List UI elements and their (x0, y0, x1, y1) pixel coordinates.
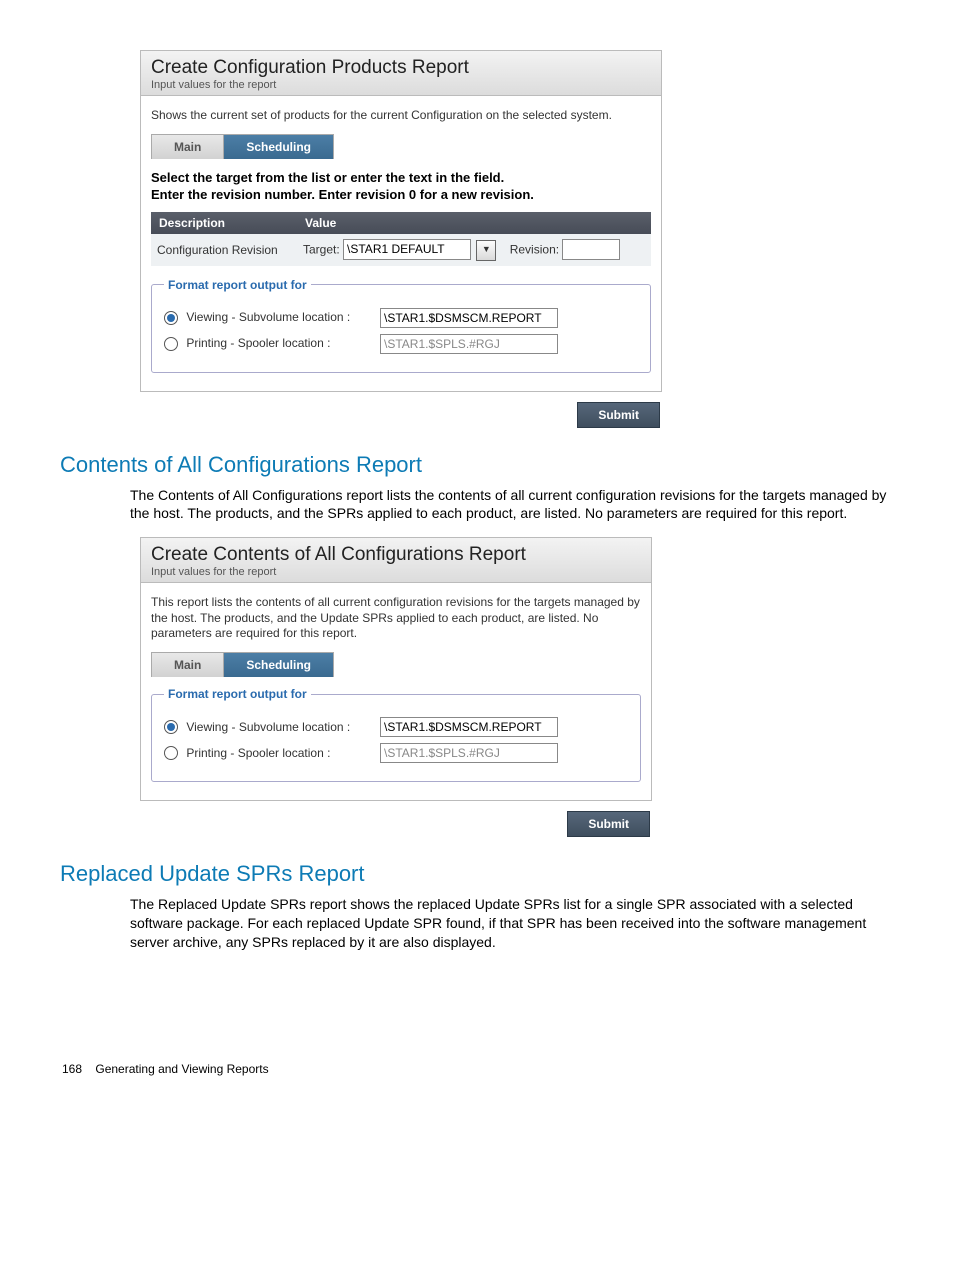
table-row: Configuration Revision Target: ▼ Revisio… (151, 234, 651, 266)
fieldset-legend: Format report output for (164, 687, 311, 701)
format-output-fieldset: Format report output for Viewing - Subvo… (151, 278, 651, 373)
submit-button[interactable]: Submit (567, 811, 650, 837)
section-body-contents: The Contents of All Configurations repor… (130, 486, 894, 524)
submit-button[interactable]: Submit (577, 402, 660, 428)
target-dropdown-button[interactable]: ▼ (476, 240, 496, 261)
radio-icon (164, 720, 178, 734)
viewing-option[interactable]: Viewing - Subvolume location : (164, 310, 374, 325)
radio-icon (164, 746, 178, 760)
contents-all-config-panel: Create Contents of All Configurations Re… (140, 537, 652, 801)
panel-desc: This report lists the contents of all cu… (151, 595, 641, 642)
viewing-location-input[interactable] (380, 308, 558, 328)
format-output-fieldset: Format report output for Viewing - Subvo… (151, 687, 641, 782)
fieldset-legend: Format report output for (164, 278, 311, 292)
printing-option[interactable]: Printing - Spooler location : (164, 746, 374, 761)
radio-icon (164, 311, 178, 325)
revision-label: Revision: (510, 242, 559, 256)
panel-subtitle: Input values for the report (151, 566, 641, 578)
tab-scheduling[interactable]: Scheduling (224, 134, 334, 159)
viewing-location-input[interactable] (380, 717, 558, 737)
config-table: Description Value Configuration Revision… (151, 212, 651, 266)
page-footer: 168 Generating and Viewing Reports (60, 1062, 894, 1076)
col-description: Description (151, 212, 297, 234)
target-input[interactable] (343, 239, 471, 260)
printing-location-input[interactable] (380, 743, 558, 763)
tab-main[interactable]: Main (151, 652, 224, 677)
printing-location-input[interactable] (380, 334, 558, 354)
printing-option[interactable]: Printing - Spooler location : (164, 336, 374, 351)
revision-input[interactable] (562, 239, 620, 260)
page-number: 168 (62, 1062, 82, 1076)
tab-main[interactable]: Main (151, 134, 224, 159)
panel-desc: Shows the current set of products for th… (151, 108, 651, 124)
panel-title: Create Configuration Products Report (151, 57, 651, 79)
viewing-option[interactable]: Viewing - Subvolume location : (164, 720, 374, 735)
instruction-text: Select the target from the list or enter… (151, 169, 651, 204)
section-heading-replaced: Replaced Update SPRs Report (60, 861, 894, 887)
radio-icon (164, 337, 178, 351)
chapter-title: Generating and Viewing Reports (95, 1062, 268, 1076)
col-value: Value (297, 212, 651, 234)
row-description: Configuration Revision (151, 234, 297, 266)
panel-subtitle: Input values for the report (151, 79, 651, 91)
section-body-replaced: The Replaced Update SPRs report shows th… (130, 895, 894, 952)
config-products-report-panel: Create Configuration Products Report Inp… (140, 50, 662, 392)
panel-title: Create Contents of All Configurations Re… (151, 544, 641, 566)
target-label: Target: (303, 242, 340, 256)
tab-scheduling[interactable]: Scheduling (224, 652, 334, 677)
section-heading-contents: Contents of All Configurations Report (60, 452, 894, 478)
